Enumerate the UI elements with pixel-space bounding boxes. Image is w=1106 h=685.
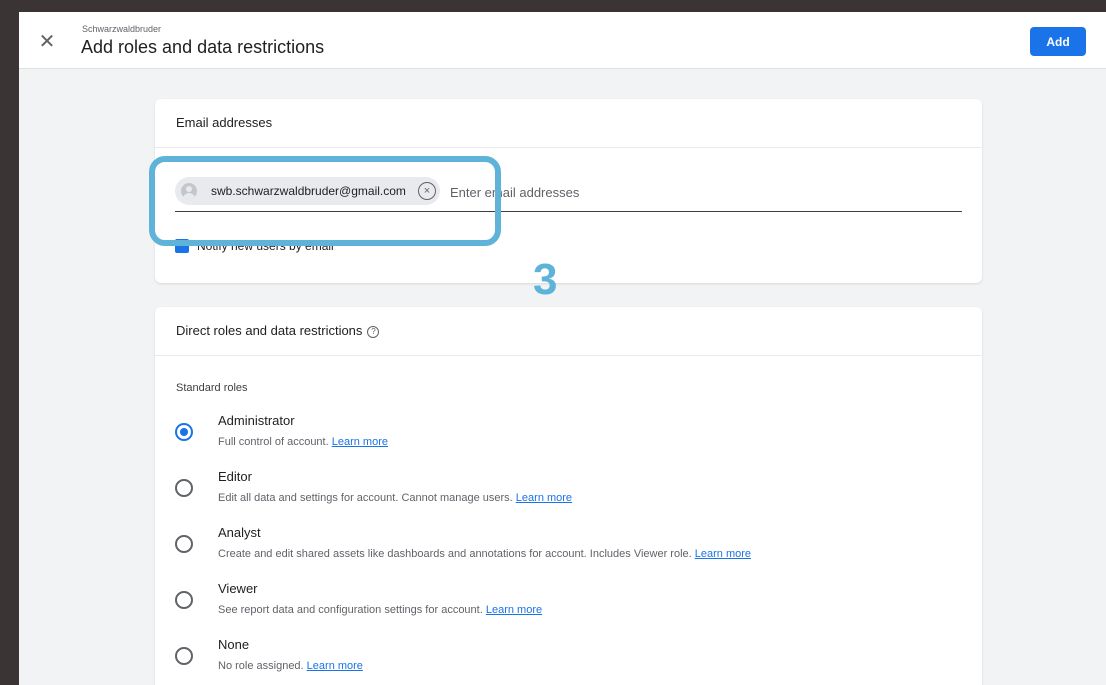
role-description-text: Create and edit shared assets like dashb… [218,548,692,560]
role-option-administrator[interactable]: Administrator Full control of account. L… [175,413,955,463]
role-description-text: No role assigned. [218,660,304,672]
email-card-title: Email addresses [176,115,273,130]
dialog-window: ✕ Schwarzwaldbruder Add roles and data r… [19,12,1106,685]
close-icon[interactable]: ✕ [37,32,57,52]
page-title: Add roles and data restrictions [81,37,325,57]
account-name: Schwarzwaldbruder [82,24,162,34]
add-button[interactable]: Add [1030,27,1086,56]
email-input[interactable] [448,179,952,205]
roles-card: Direct roles and data restrictions? Stan… [155,307,982,685]
role-description: Create and edit shared assets like dashb… [218,548,751,560]
roles-card-title-text: Direct roles and data restrictions [176,323,363,338]
role-description-text: See report data and configuration settin… [218,604,483,616]
radio-administrator[interactable] [175,423,193,441]
role-name: None [218,637,250,652]
role-option-editor[interactable]: Editor Edit all data and settings for ac… [175,469,955,519]
role-name: Viewer [218,581,258,596]
role-option-analyst[interactable]: Analyst Create and edit shared assets li… [175,525,955,575]
standard-roles-label: Standard roles [176,382,248,394]
role-name: Administrator [218,413,295,428]
step-highlight-box [149,156,501,246]
learn-more-link[interactable]: Learn more [695,548,751,560]
help-circle-icon[interactable]: ? [367,326,380,338]
step-number: 3 [533,255,558,304]
top-bar: ✕ Schwarzwaldbruder Add roles and data r… [19,12,1106,69]
roles-card-title: Direct roles and data restrictions? [176,323,380,338]
learn-more-link[interactable]: Learn more [516,492,572,504]
learn-more-link[interactable]: Learn more [486,604,542,616]
role-option-viewer[interactable]: Viewer See report data and configuration… [175,581,955,631]
role-option-none[interactable]: None No role assigned. Learn more [175,637,955,685]
role-description: Full control of account. Learn more [218,436,388,448]
roles-card-header: Direct roles and data restrictions? [155,307,982,356]
role-name: Editor [218,469,252,484]
learn-more-link[interactable]: Learn more [307,660,363,672]
radio-analyst[interactable] [175,535,193,553]
email-card-header: Email addresses [155,99,982,148]
radio-viewer[interactable] [175,591,193,609]
role-description: No role assigned. Learn more [218,660,363,672]
role-name: Analyst [218,525,261,540]
radio-editor[interactable] [175,479,193,497]
role-description: See report data and configuration settin… [218,604,542,616]
learn-more-link[interactable]: Learn more [332,436,388,448]
role-description-text: Full control of account. [218,436,329,448]
role-description: Edit all data and settings for account. … [218,492,572,504]
radio-none[interactable] [175,647,193,665]
role-description-text: Edit all data and settings for account. … [218,492,513,504]
